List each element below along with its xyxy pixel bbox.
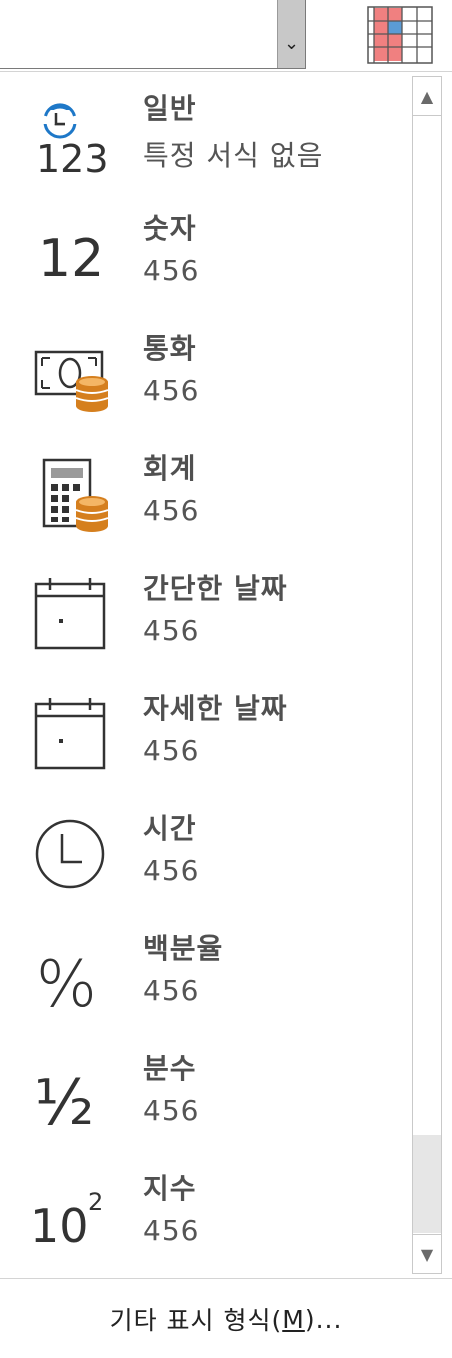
format-item-currency[interactable]: 통화 456 (0, 312, 410, 432)
time-clock-icon (35, 819, 105, 889)
scientific-icon: 10 2 (30, 1188, 103, 1253)
divider (0, 1278, 452, 1279)
scroll-down-arrow-icon[interactable]: ▼ (413, 1234, 441, 1273)
format-name: 시간 (143, 812, 197, 845)
scroll-up-arrow-icon[interactable]: ▲ (413, 77, 441, 116)
accounting-calculator-icon (42, 458, 109, 532)
percent-icon-text: % (36, 948, 97, 1022)
scientific-icon-exponent: 2 (88, 1188, 103, 1216)
format-item-accounting[interactable]: 회계 456 (0, 432, 410, 552)
chevron-down-icon[interactable]: ⌄ (277, 0, 305, 68)
scrollbar-thumb[interactable] (413, 1135, 441, 1233)
number-icon-text: 12 (38, 229, 104, 289)
format-name: 지수 (143, 1172, 197, 1205)
long-date-calendar-icon (34, 698, 106, 770)
more-formats-prefix: 기타 표시 형식( (109, 1306, 283, 1335)
format-sample: 456 (143, 374, 200, 407)
format-item-number[interactable]: 12 숫자 456 (0, 192, 410, 312)
vertical-scrollbar[interactable]: ▲ ▼ (412, 76, 442, 1274)
format-item-short-date[interactable]: 간단한 날짜 456 (0, 552, 410, 672)
format-sample: 456 (143, 974, 200, 1007)
format-name: 숫자 (143, 212, 197, 245)
general-icon-text: 123 (36, 137, 109, 181)
format-sample: 456 (143, 734, 200, 767)
fraction-icon-text: ½ (34, 1066, 94, 1139)
more-formats-suffix: )... (304, 1304, 343, 1334)
format-sample: 특정 서식 없음 (143, 139, 324, 172)
format-sample: 456 (143, 254, 200, 287)
format-list: 123 일반 특정 서식 없음 12 숫자 456 통화 456 회계 456 … (0, 72, 410, 1278)
format-name: 백분율 (143, 932, 224, 965)
format-item-fraction[interactable]: ½ 분수 456 (0, 1032, 410, 1152)
percent-icon: % (36, 948, 97, 1022)
format-sample: 456 (143, 614, 200, 647)
currency-icon (34, 350, 109, 412)
number-icon: 12 (38, 229, 104, 289)
format-item-scientific[interactable]: 10 2 지수 456 (0, 1152, 410, 1272)
number-format-gallery: 123 일반 특정 서식 없음 12 숫자 456 통화 456 회계 456 … (0, 72, 452, 1278)
format-item-percent[interactable]: % 백분율 456 (0, 912, 410, 1032)
format-name: 통화 (143, 332, 197, 365)
format-sample: 456 (143, 494, 200, 527)
more-formats-mnemonic: M (282, 1304, 305, 1334)
number-format-combobox[interactable]: ⌄ (0, 0, 306, 69)
more-number-formats-button[interactable]: 기타 표시 형식(M)... (0, 1280, 452, 1358)
format-name: 자세한 날짜 (143, 692, 288, 725)
format-name: 일반 (143, 92, 197, 125)
short-date-calendar-icon (34, 578, 106, 650)
format-sample: 456 (143, 1214, 200, 1247)
general-clock-123-icon: 123 (36, 103, 109, 181)
format-item-general[interactable]: 123 일반 특정 서식 없음 (0, 72, 410, 192)
scientific-icon-base: 10 (30, 1199, 89, 1253)
conditional-formatting-icon[interactable] (360, 6, 440, 64)
top-bar: ⌄ (0, 0, 452, 72)
format-sample: 456 (143, 854, 200, 887)
format-name: 회계 (143, 452, 197, 485)
format-name: 분수 (143, 1052, 197, 1085)
format-name: 간단한 날짜 (143, 572, 288, 605)
format-item-long-date[interactable]: 자세한 날짜 456 (0, 672, 410, 792)
format-sample: 456 (143, 1094, 200, 1127)
fraction-icon: ½ (34, 1066, 94, 1139)
format-item-time[interactable]: 시간 456 (0, 792, 410, 912)
